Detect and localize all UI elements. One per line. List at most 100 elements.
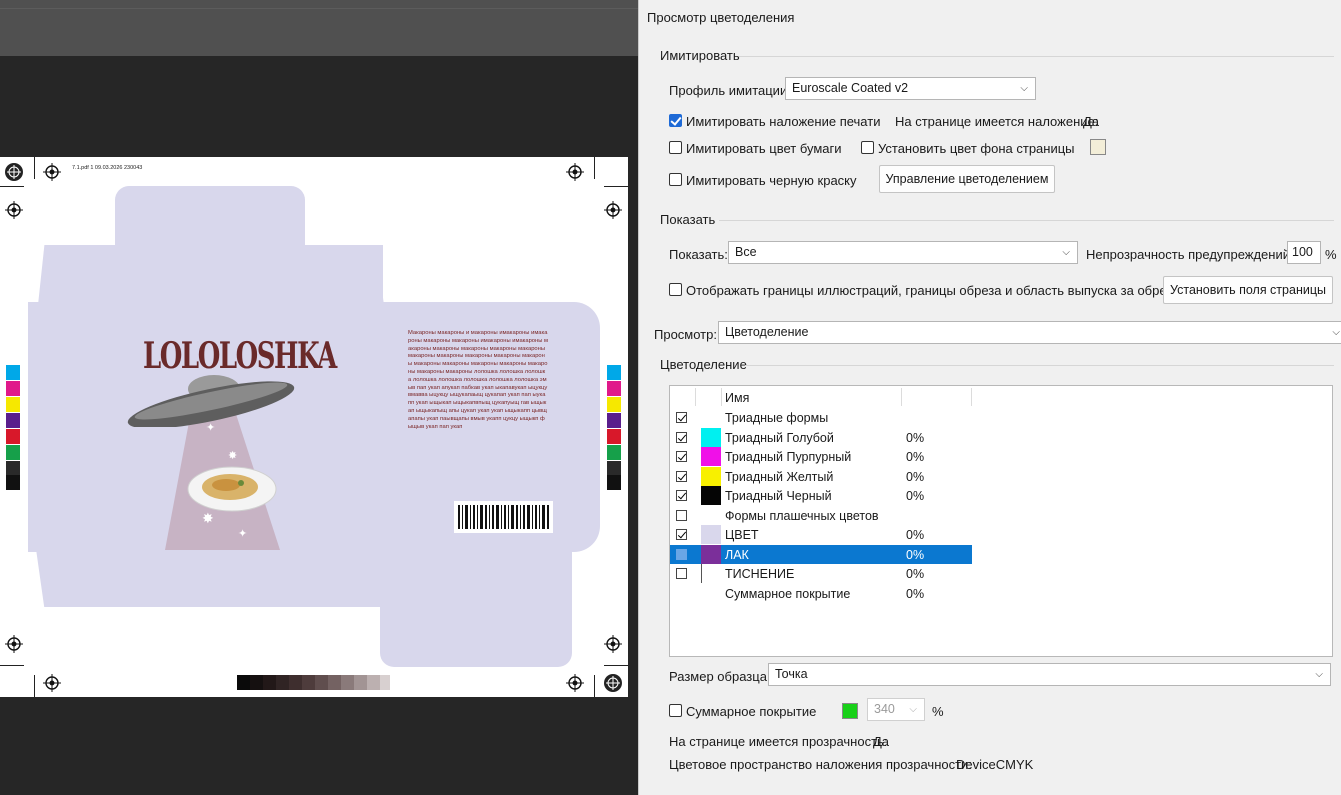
group-divider [739,56,1334,57]
registration-mark-icon [604,674,622,692]
blend-space-value: DeviceCMYK [956,757,1034,772]
registration-mark-icon [566,674,584,692]
show-art-trim-checkbox[interactable] [669,283,682,296]
gray-step-patch [367,675,380,690]
separation-visibility-checkbox[interactable] [676,451,687,462]
preview-mode-value: Цветоделение [725,325,809,339]
separation-row[interactable]: ЦВЕТ 0% [670,525,972,545]
transparency-value: Да [873,734,890,749]
simulate-overprint-checkbox[interactable] [669,114,682,127]
color-bar-patch [6,365,20,380]
separation-visibility-checkbox[interactable] [676,490,687,501]
sample-size-value: Точка [775,667,808,681]
color-bar-patch [607,445,621,460]
registration-mark-icon [5,635,23,653]
page-overprint-value: Да [1083,114,1100,129]
separation-name: Триадный Желтый [725,469,834,484]
gray-step-patch [289,675,302,690]
trim-mark [0,186,24,187]
separation-row[interactable]: Суммарное покрытие 0% [670,584,972,604]
box-right-top-flap [300,245,384,305]
simulate-black-ink-label: Имитировать черную краску [686,173,857,188]
total-coverage-checkbox[interactable] [669,704,682,717]
preview-mode-dropdown[interactable]: Цветоделение ⌵ [718,321,1341,344]
document-page: LOLOLOSHKA ✦ ✸ ✸ ✦ Макароны макароны и м… [0,157,628,697]
chevron-down-icon: ⌵ [1020,83,1028,94]
box-description-text: Макароны макароны и макароны имакароны и… [408,330,548,430]
simulation-profile-label: Профиль имитации: [669,83,791,98]
separation-row[interactable]: Триадный Пурпурный 0% [670,447,972,467]
total-coverage-value-field[interactable]: 340 ⌵ [867,698,925,721]
box-left-panel [28,302,118,552]
ink-color-swatch [701,486,721,505]
separation-coverage: 0% [906,450,925,464]
ink-color-swatch [701,525,721,544]
separation-coverage: 0% [906,586,925,601]
separation-row[interactable]: Триадный Черный 0% [670,486,972,506]
color-management-button[interactable]: Управление цветоделением [879,165,1055,193]
simulation-profile-dropdown[interactable]: Euroscale Coated v2 ⌵ [785,77,1036,100]
separation-visibility-checkbox[interactable] [676,529,687,540]
simulate-paper-color-checkbox[interactable] [669,141,682,154]
ink-color-swatch [701,564,721,583]
page-background-checkbox[interactable] [861,141,874,154]
separation-name: Триадные формы [725,411,829,425]
color-bar-patch [607,381,621,396]
show-dropdown[interactable]: Все ⌵ [728,241,1078,264]
gray-step-patch [302,675,315,690]
separation-row[interactable]: ЛАК 0% [670,544,972,564]
color-bar-patch [607,429,621,444]
separation-visibility-checkbox[interactable] [676,431,687,443]
color-bar-patch [6,475,20,490]
sample-size-dropdown[interactable]: Точка ⌵ [768,663,1331,686]
total-coverage-color-swatch[interactable] [842,703,858,719]
box-top-flap [115,186,305,246]
separation-visibility-checkbox[interactable] [676,509,687,521]
separation-name: Формы плашечных цветов [725,508,879,523]
gray-step-patch [250,675,263,690]
color-bar-patch [607,475,621,490]
separation-coverage: 0% [906,567,925,581]
page-background-color-swatch[interactable] [1090,139,1106,155]
separation-name: ЛАК [725,547,749,562]
separation-row[interactable]: Триадный Желтый 0% [670,466,972,487]
sparkle-icon: ✸ [228,450,238,462]
simulate-overprint-label: Имитировать наложение печати [686,114,881,129]
separation-row[interactable]: Триадные формы [670,408,972,428]
total-coverage-value: 340 [874,702,895,716]
gray-step-patch [354,675,367,690]
pasta-plate-image [187,466,277,512]
separation-coverage: 0% [906,547,925,562]
box-bottom-right-flap [300,549,384,607]
simulation-profile-value: Euroscale Coated v2 [792,81,909,95]
color-bar-patch [6,461,20,476]
separation-visibility-checkbox[interactable] [676,470,687,482]
separation-visibility-checkbox[interactable] [676,412,687,423]
set-page-boxes-button[interactable]: Установить поля страницы [1163,276,1333,304]
separations-table[interactable]: Имя Триадные формы Триадный Голубой 0% Триа… [669,385,1333,657]
group-divider [719,220,1334,221]
color-bar-patch [6,445,20,460]
preview-label: Просмотр: [654,327,717,342]
separation-row[interactable]: Формы плашечных цветов [670,506,972,526]
ink-color-swatch [701,544,721,564]
separation-coverage: 0% [906,469,925,484]
color-bar-patch [6,381,20,396]
show-value: Все [735,245,757,259]
show-label: Показать: [669,247,728,262]
chevron-down-icon: ⌵ [1062,247,1070,258]
separation-visibility-checkbox[interactable] [676,568,687,579]
separation-row[interactable]: Триадный Голубой 0% [670,427,972,448]
separation-name: Триадный Пурпурный [725,450,852,464]
gray-step-patch [341,675,354,690]
warning-opacity-input[interactable]: 100 [1287,241,1321,264]
chevron-down-icon: ⌵ [909,704,917,715]
simulate-black-ink-checkbox[interactable] [669,173,682,186]
color-bar-patch [607,397,621,412]
application-toolbar-area [0,0,640,56]
show-art-trim-label: Отображать границы иллюстраций, границы … [686,283,1173,298]
registration-mark-icon [604,635,622,653]
separation-row[interactable]: ТИСНЕНИЕ 0% [670,564,972,584]
separation-visibility-checkbox[interactable] [676,548,687,560]
separation-coverage: 0% [906,489,925,503]
